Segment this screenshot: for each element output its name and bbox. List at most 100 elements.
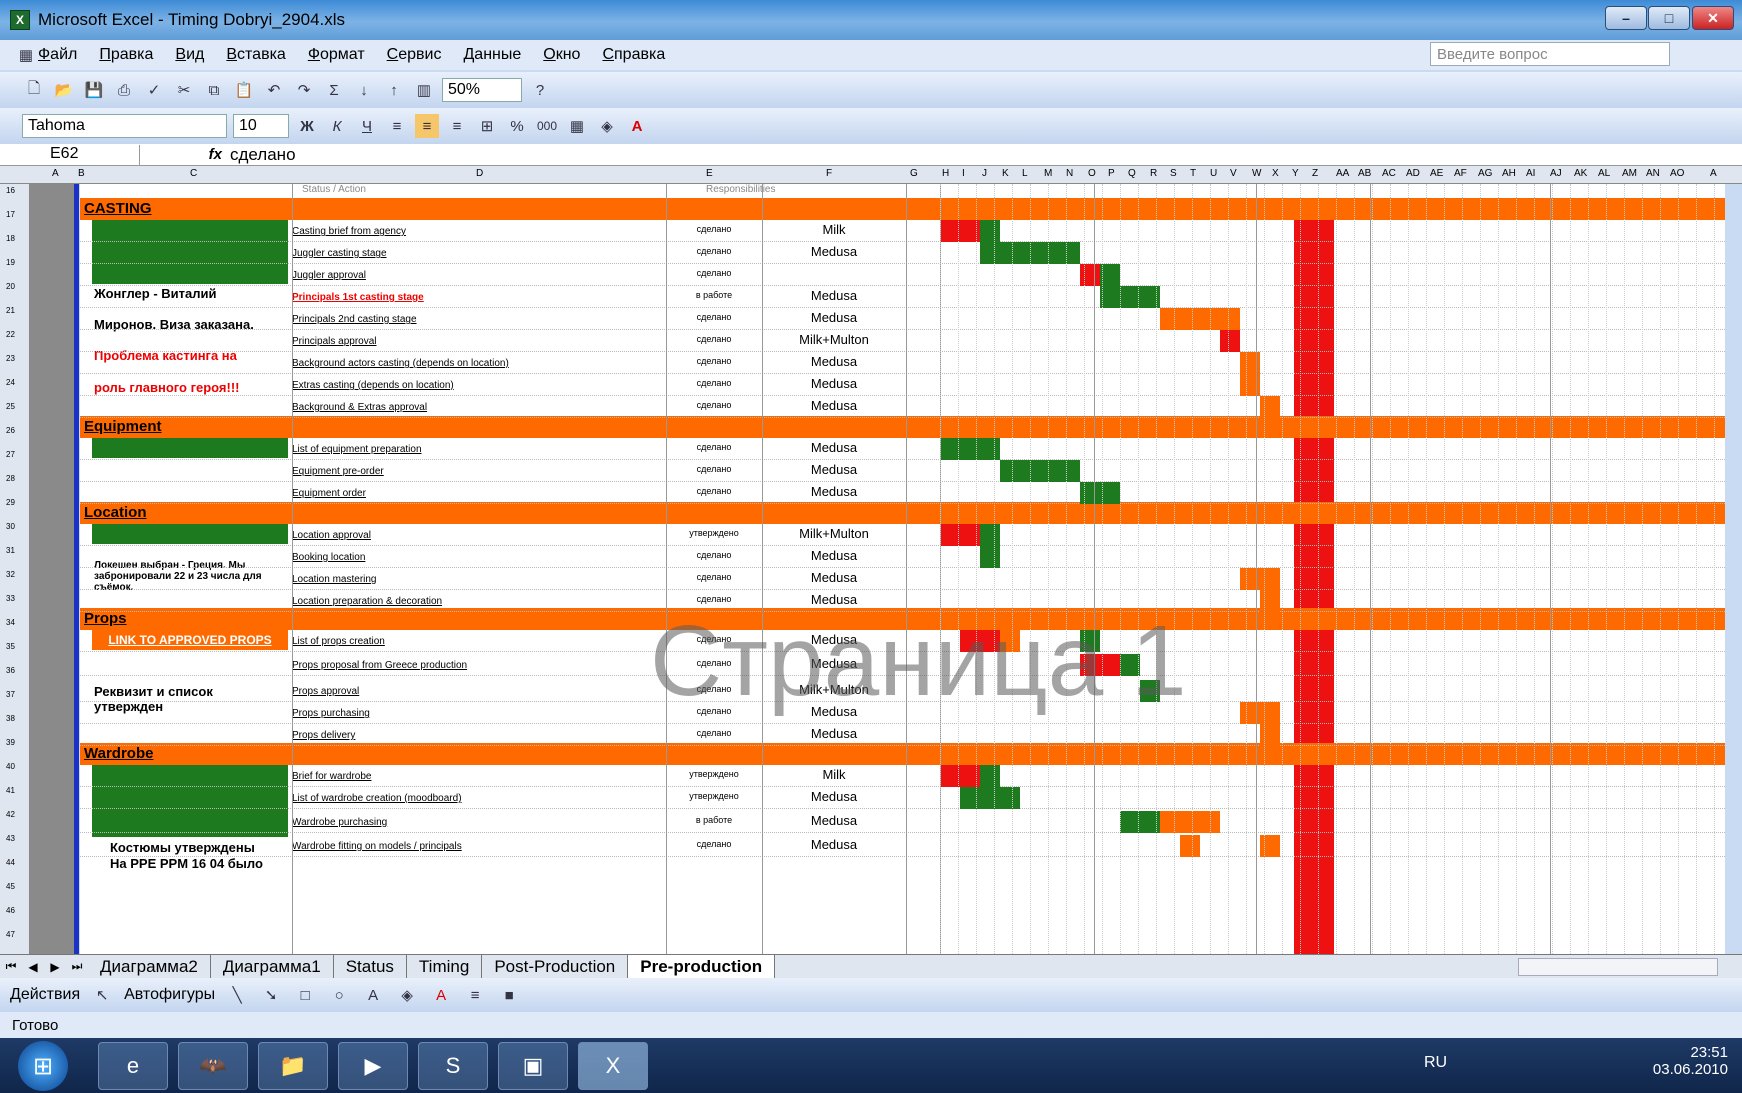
task-label[interactable]: Casting brief from agency bbox=[292, 226, 406, 237]
column-header[interactable]: B bbox=[78, 168, 85, 179]
column-header[interactable]: Y bbox=[1292, 168, 1299, 179]
task-label[interactable]: Principals 1st casting stage bbox=[292, 292, 424, 303]
first-sheet-icon[interactable]: ⏮ bbox=[0, 959, 22, 974]
task-label[interactable]: Extras casting (depends on location) bbox=[292, 380, 454, 391]
menu-edit[interactable]: Правка bbox=[99, 46, 153, 64]
align-center-icon[interactable]: ≡ bbox=[415, 114, 439, 138]
zoom-select[interactable]: 50% bbox=[442, 78, 522, 102]
column-header[interactable]: AO bbox=[1670, 168, 1684, 179]
sum-icon[interactable]: Σ bbox=[322, 78, 346, 102]
close-button[interactable]: ✕ bbox=[1692, 6, 1734, 30]
column-header[interactable]: W bbox=[1252, 168, 1261, 179]
column-header[interactable]: V bbox=[1230, 168, 1237, 179]
column-header[interactable]: K bbox=[1002, 168, 1009, 179]
task-label[interactable]: Brief for wardrobe bbox=[292, 771, 371, 782]
column-header[interactable]: J bbox=[982, 168, 987, 179]
task-responsible[interactable]: Milk bbox=[762, 767, 906, 782]
column-header[interactable]: AJ bbox=[1550, 168, 1562, 179]
row-header[interactable]: 41 bbox=[0, 786, 30, 795]
row-header[interactable]: 21 bbox=[0, 306, 30, 315]
column-header[interactable]: H bbox=[942, 168, 949, 179]
line-icon[interactable]: ╲ bbox=[225, 983, 249, 1007]
sort-desc-icon[interactable]: ↑ bbox=[382, 78, 406, 102]
row-header[interactable]: 29 bbox=[0, 498, 30, 507]
task-responsible[interactable]: Medusa bbox=[762, 244, 906, 259]
row-header[interactable]: 28 bbox=[0, 474, 30, 483]
sort-asc-icon[interactable]: ↓ bbox=[352, 78, 376, 102]
task-responsible[interactable]: Medusa bbox=[762, 462, 906, 477]
autoshapes-menu[interactable]: Автофигуры bbox=[124, 986, 215, 1004]
task-status[interactable]: сделано bbox=[666, 442, 762, 452]
font-size-select[interactable]: 10 bbox=[233, 114, 289, 138]
column-header[interactable]: U bbox=[1210, 168, 1217, 179]
task-label[interactable]: Wardrobe fitting on models / principals bbox=[292, 841, 462, 852]
task-status[interactable]: утверждено bbox=[666, 528, 762, 538]
column-header[interactable]: F bbox=[826, 168, 832, 179]
task-status[interactable]: сделано bbox=[666, 378, 762, 388]
column-header[interactable]: A bbox=[52, 168, 59, 179]
task-status[interactable]: сделано bbox=[666, 400, 762, 410]
menu-window[interactable]: Окно bbox=[543, 46, 580, 64]
font-color-icon[interactable]: A bbox=[429, 983, 453, 1007]
undo-icon[interactable]: ↶ bbox=[262, 78, 286, 102]
start-button[interactable]: ⊞ bbox=[18, 1041, 68, 1091]
task-status[interactable]: сделано bbox=[666, 550, 762, 560]
column-header[interactable]: AD bbox=[1406, 168, 1420, 179]
column-header[interactable]: A bbox=[1710, 168, 1717, 179]
next-sheet-icon[interactable]: ▶ bbox=[44, 960, 66, 974]
underline-button[interactable]: Ч bbox=[355, 114, 379, 138]
column-header[interactable]: O bbox=[1088, 168, 1096, 179]
help-icon[interactable]: ? bbox=[528, 78, 552, 102]
arrow-icon[interactable]: ➘ bbox=[259, 983, 283, 1007]
task-status[interactable]: утверждено bbox=[666, 791, 762, 801]
row-header[interactable]: 16 bbox=[0, 186, 30, 195]
save-icon[interactable]: 💾 bbox=[82, 78, 106, 102]
row-header[interactable]: 17 bbox=[0, 210, 30, 219]
paste-icon[interactable]: 📋 bbox=[232, 78, 256, 102]
task-label[interactable]: Juggler casting stage bbox=[292, 248, 387, 259]
task-status[interactable]: сделано bbox=[666, 268, 762, 278]
column-header[interactable]: T bbox=[1190, 168, 1196, 179]
task-label[interactable]: List of props creation bbox=[292, 636, 385, 647]
row-header[interactable]: 27 bbox=[0, 450, 30, 459]
fx-icon[interactable]: fx bbox=[140, 146, 230, 163]
skype-icon[interactable]: S bbox=[418, 1042, 488, 1090]
column-header[interactable]: AK bbox=[1574, 168, 1587, 179]
workbook-icon[interactable]: ▦ bbox=[14, 43, 38, 67]
task-label[interactable]: Equipment pre-order bbox=[292, 466, 384, 477]
column-header[interactable]: I bbox=[962, 168, 965, 179]
column-header[interactable]: Q bbox=[1128, 168, 1136, 179]
task-status[interactable]: сделано bbox=[666, 246, 762, 256]
task-responsible[interactable]: Medusa bbox=[762, 440, 906, 455]
task-status[interactable]: сделано bbox=[666, 594, 762, 604]
row-header[interactable]: 31 bbox=[0, 546, 30, 555]
task-status[interactable]: сделано bbox=[666, 728, 762, 738]
explorer-icon[interactable]: 📁 bbox=[258, 1042, 328, 1090]
row-header[interactable]: 34 bbox=[0, 618, 30, 627]
tab-post-production[interactable]: Post-Production bbox=[482, 954, 629, 979]
task-label[interactable]: Props proposal from Greece production bbox=[292, 660, 467, 671]
column-header[interactable]: AM bbox=[1622, 168, 1637, 179]
approved-props-link[interactable]: LINK TO APPROVED PROPS bbox=[92, 630, 288, 650]
column-header[interactable]: AH bbox=[1502, 168, 1516, 179]
print-icon[interactable]: ⎙ bbox=[112, 78, 136, 102]
task-responsible[interactable]: Medusa bbox=[762, 354, 906, 369]
task-label[interactable]: List of equipment preparation bbox=[292, 444, 422, 455]
task-responsible[interactable]: Medusa bbox=[762, 398, 906, 413]
spell-icon[interactable]: ✓ bbox=[142, 78, 166, 102]
tab-diagram2[interactable]: Диаграмма2 bbox=[88, 954, 211, 979]
task-label[interactable]: Equipment order bbox=[292, 488, 366, 499]
task-responsible[interactable]: Medusa bbox=[762, 484, 906, 499]
task-status[interactable]: в работе bbox=[666, 815, 762, 825]
copy-icon[interactable]: ⧉ bbox=[202, 78, 226, 102]
task-responsible[interactable]: Medusa bbox=[762, 837, 906, 852]
task-responsible[interactable]: Milk+Multon bbox=[762, 332, 906, 347]
row-header[interactable]: 40 bbox=[0, 762, 30, 771]
task-label[interactable]: Background & Extras approval bbox=[292, 402, 427, 413]
bold-button[interactable]: Ж bbox=[295, 114, 319, 138]
task-responsible[interactable]: Medusa bbox=[762, 310, 906, 325]
row-header[interactable]: 24 bbox=[0, 378, 30, 387]
task-label[interactable]: Booking location bbox=[292, 552, 365, 563]
last-sheet-icon[interactable]: ⏭ bbox=[66, 959, 88, 974]
help-search-input[interactable]: Введите вопрос bbox=[1430, 42, 1670, 66]
